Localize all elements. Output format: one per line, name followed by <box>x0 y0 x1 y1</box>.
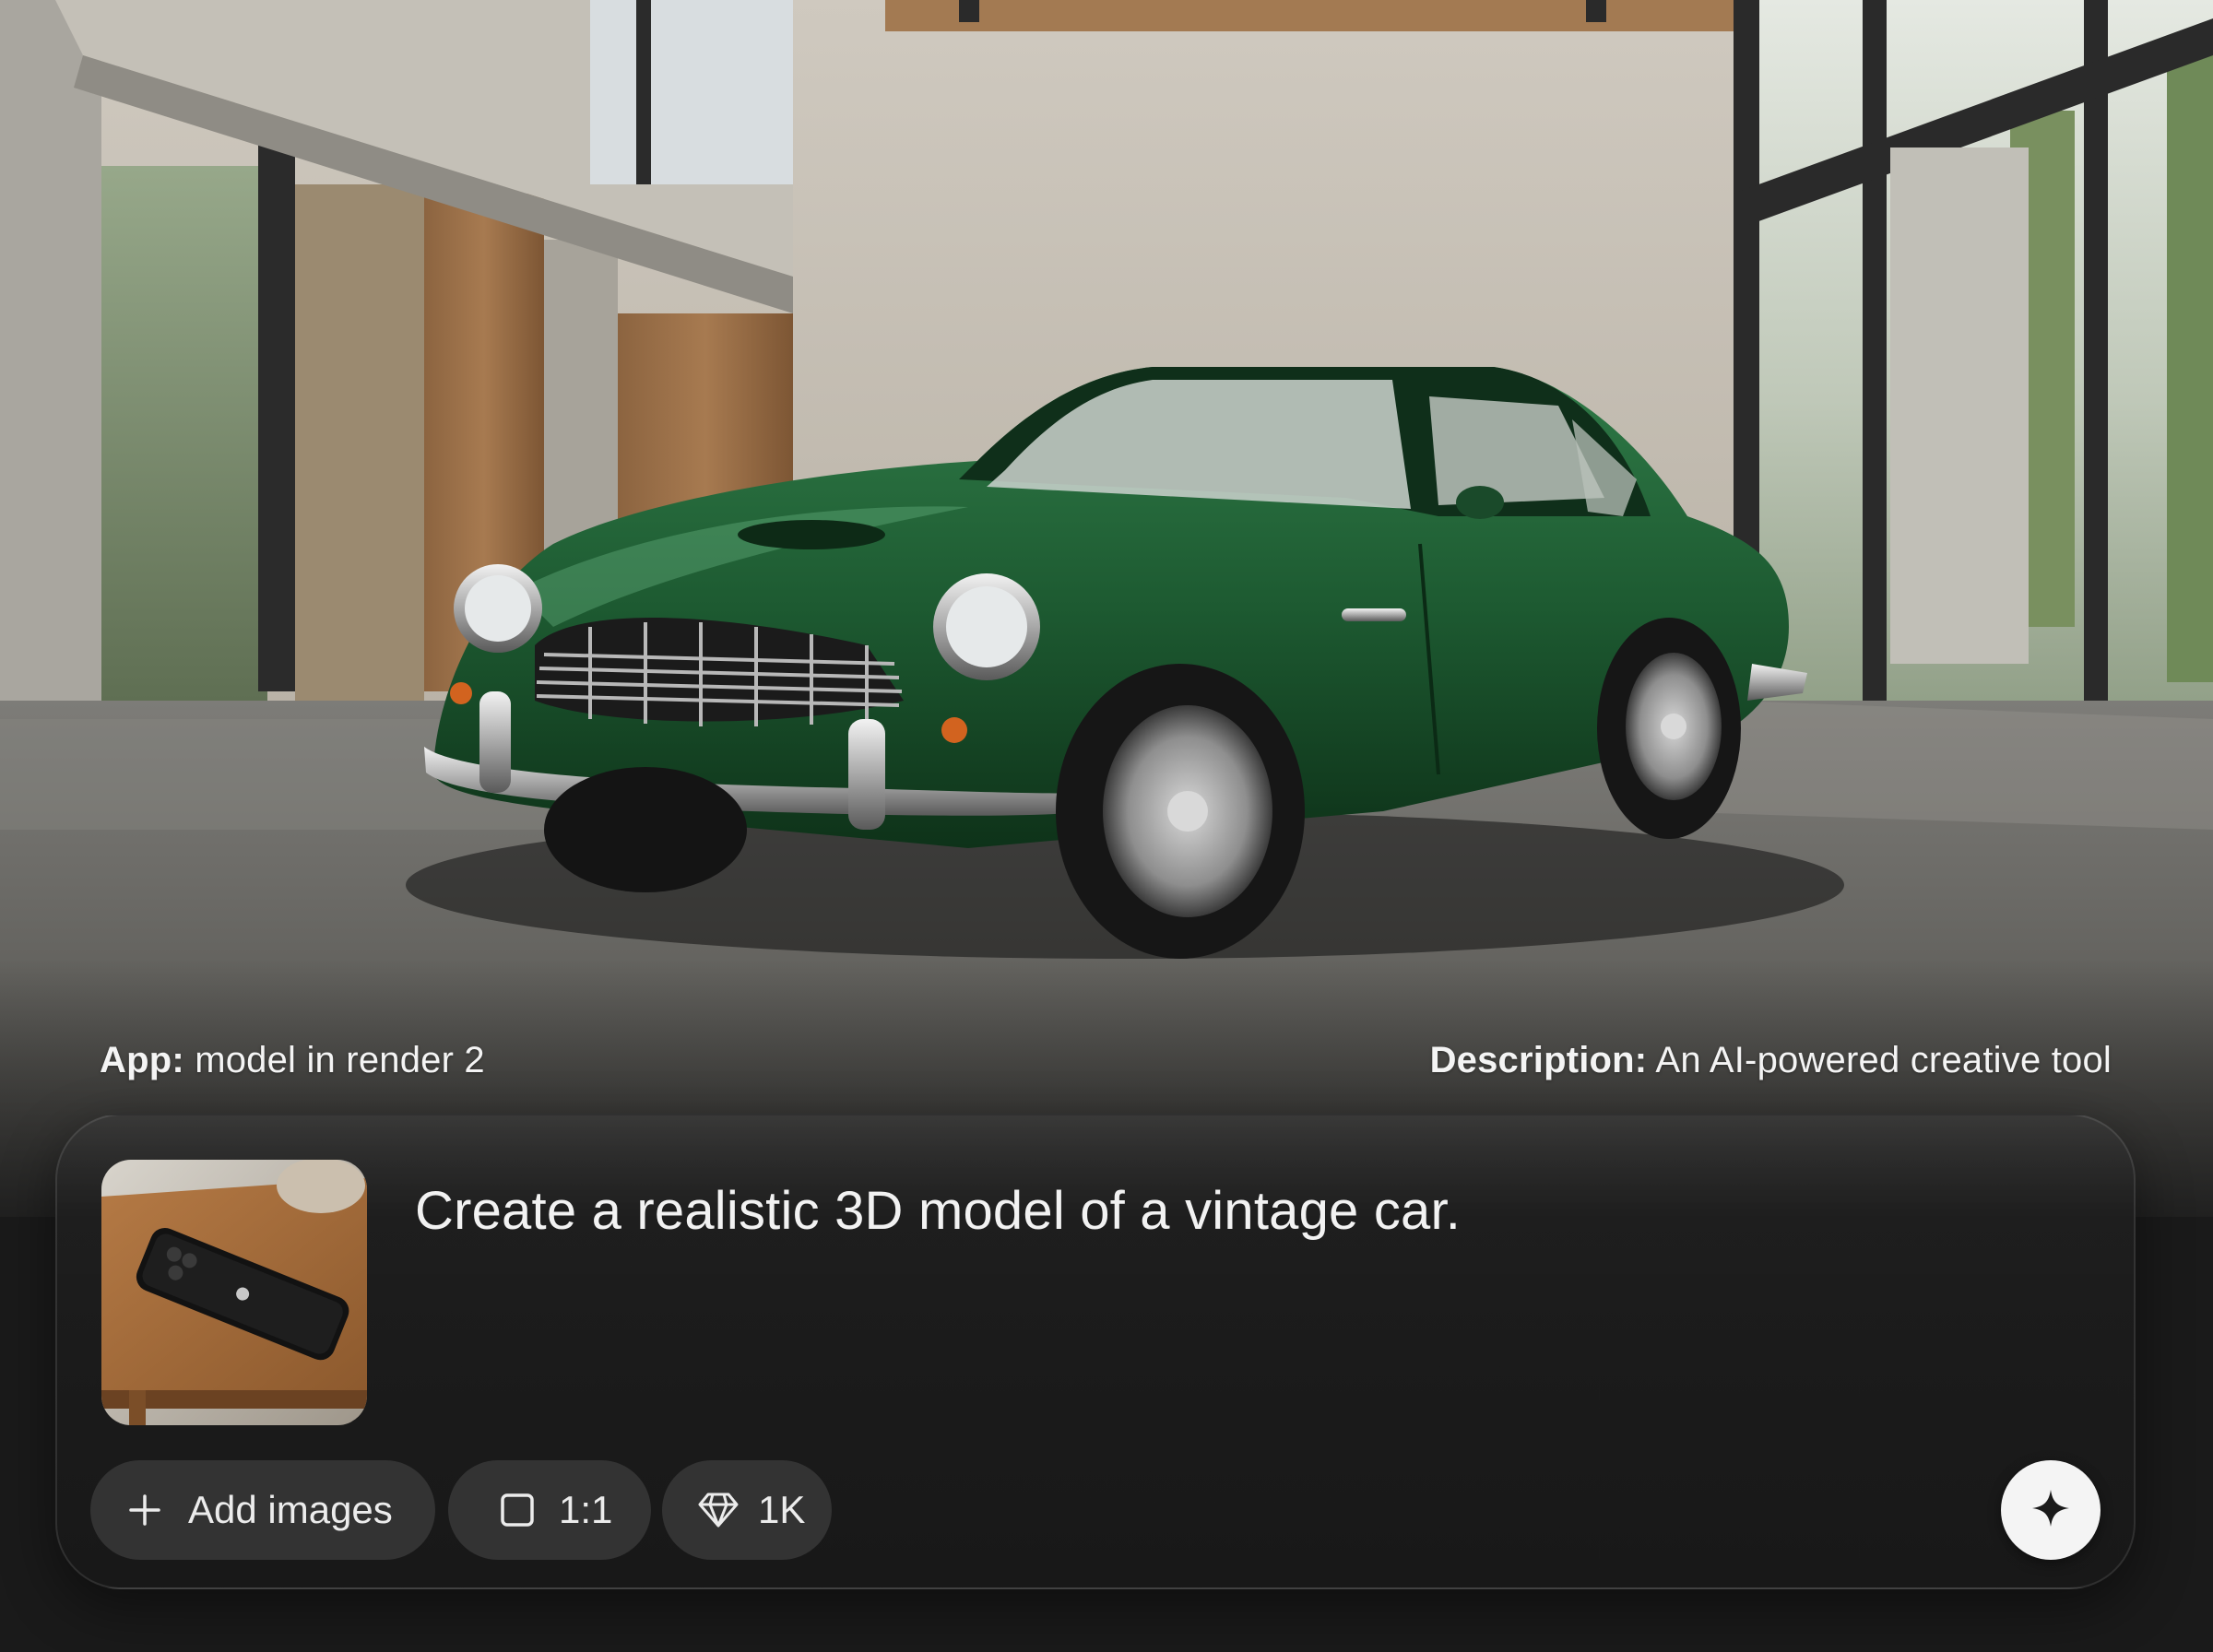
square-icon <box>500 1493 535 1528</box>
description-caption: Description: An AI-powered creative tool <box>1430 1040 2112 1081</box>
app-name-caption: App: model in render 2 <box>100 1040 485 1081</box>
add-images-label: Add images <box>188 1488 393 1531</box>
aspect-ratio-button[interactable]: 1:1 <box>448 1460 651 1560</box>
add-images-button[interactable]: Add images <box>90 1460 435 1560</box>
description-label: Description: <box>1429 1040 1648 1080</box>
resolution-value: 1K <box>758 1488 806 1531</box>
app-value: model in render 2 <box>183 1040 485 1080</box>
diamond-icon <box>697 1492 740 1528</box>
prompt-text[interactable]: Create a realistic 3D model of a vintage… <box>415 1180 1461 1242</box>
description-value: An AI-powered creative tool <box>1647 1040 2112 1080</box>
prompt-composer: Create a realistic 3D model of a vintage… <box>55 1114 2136 1589</box>
attached-image-thumbnail[interactable] <box>101 1160 367 1425</box>
sparkle-icon <box>2030 1488 2071 1533</box>
generate-button[interactable] <box>2001 1460 2101 1560</box>
plus-icon <box>127 1493 162 1528</box>
aspect-ratio-value: 1:1 <box>559 1488 613 1531</box>
app-label: App: <box>100 1040 184 1080</box>
resolution-button[interactable]: 1K <box>662 1460 832 1560</box>
